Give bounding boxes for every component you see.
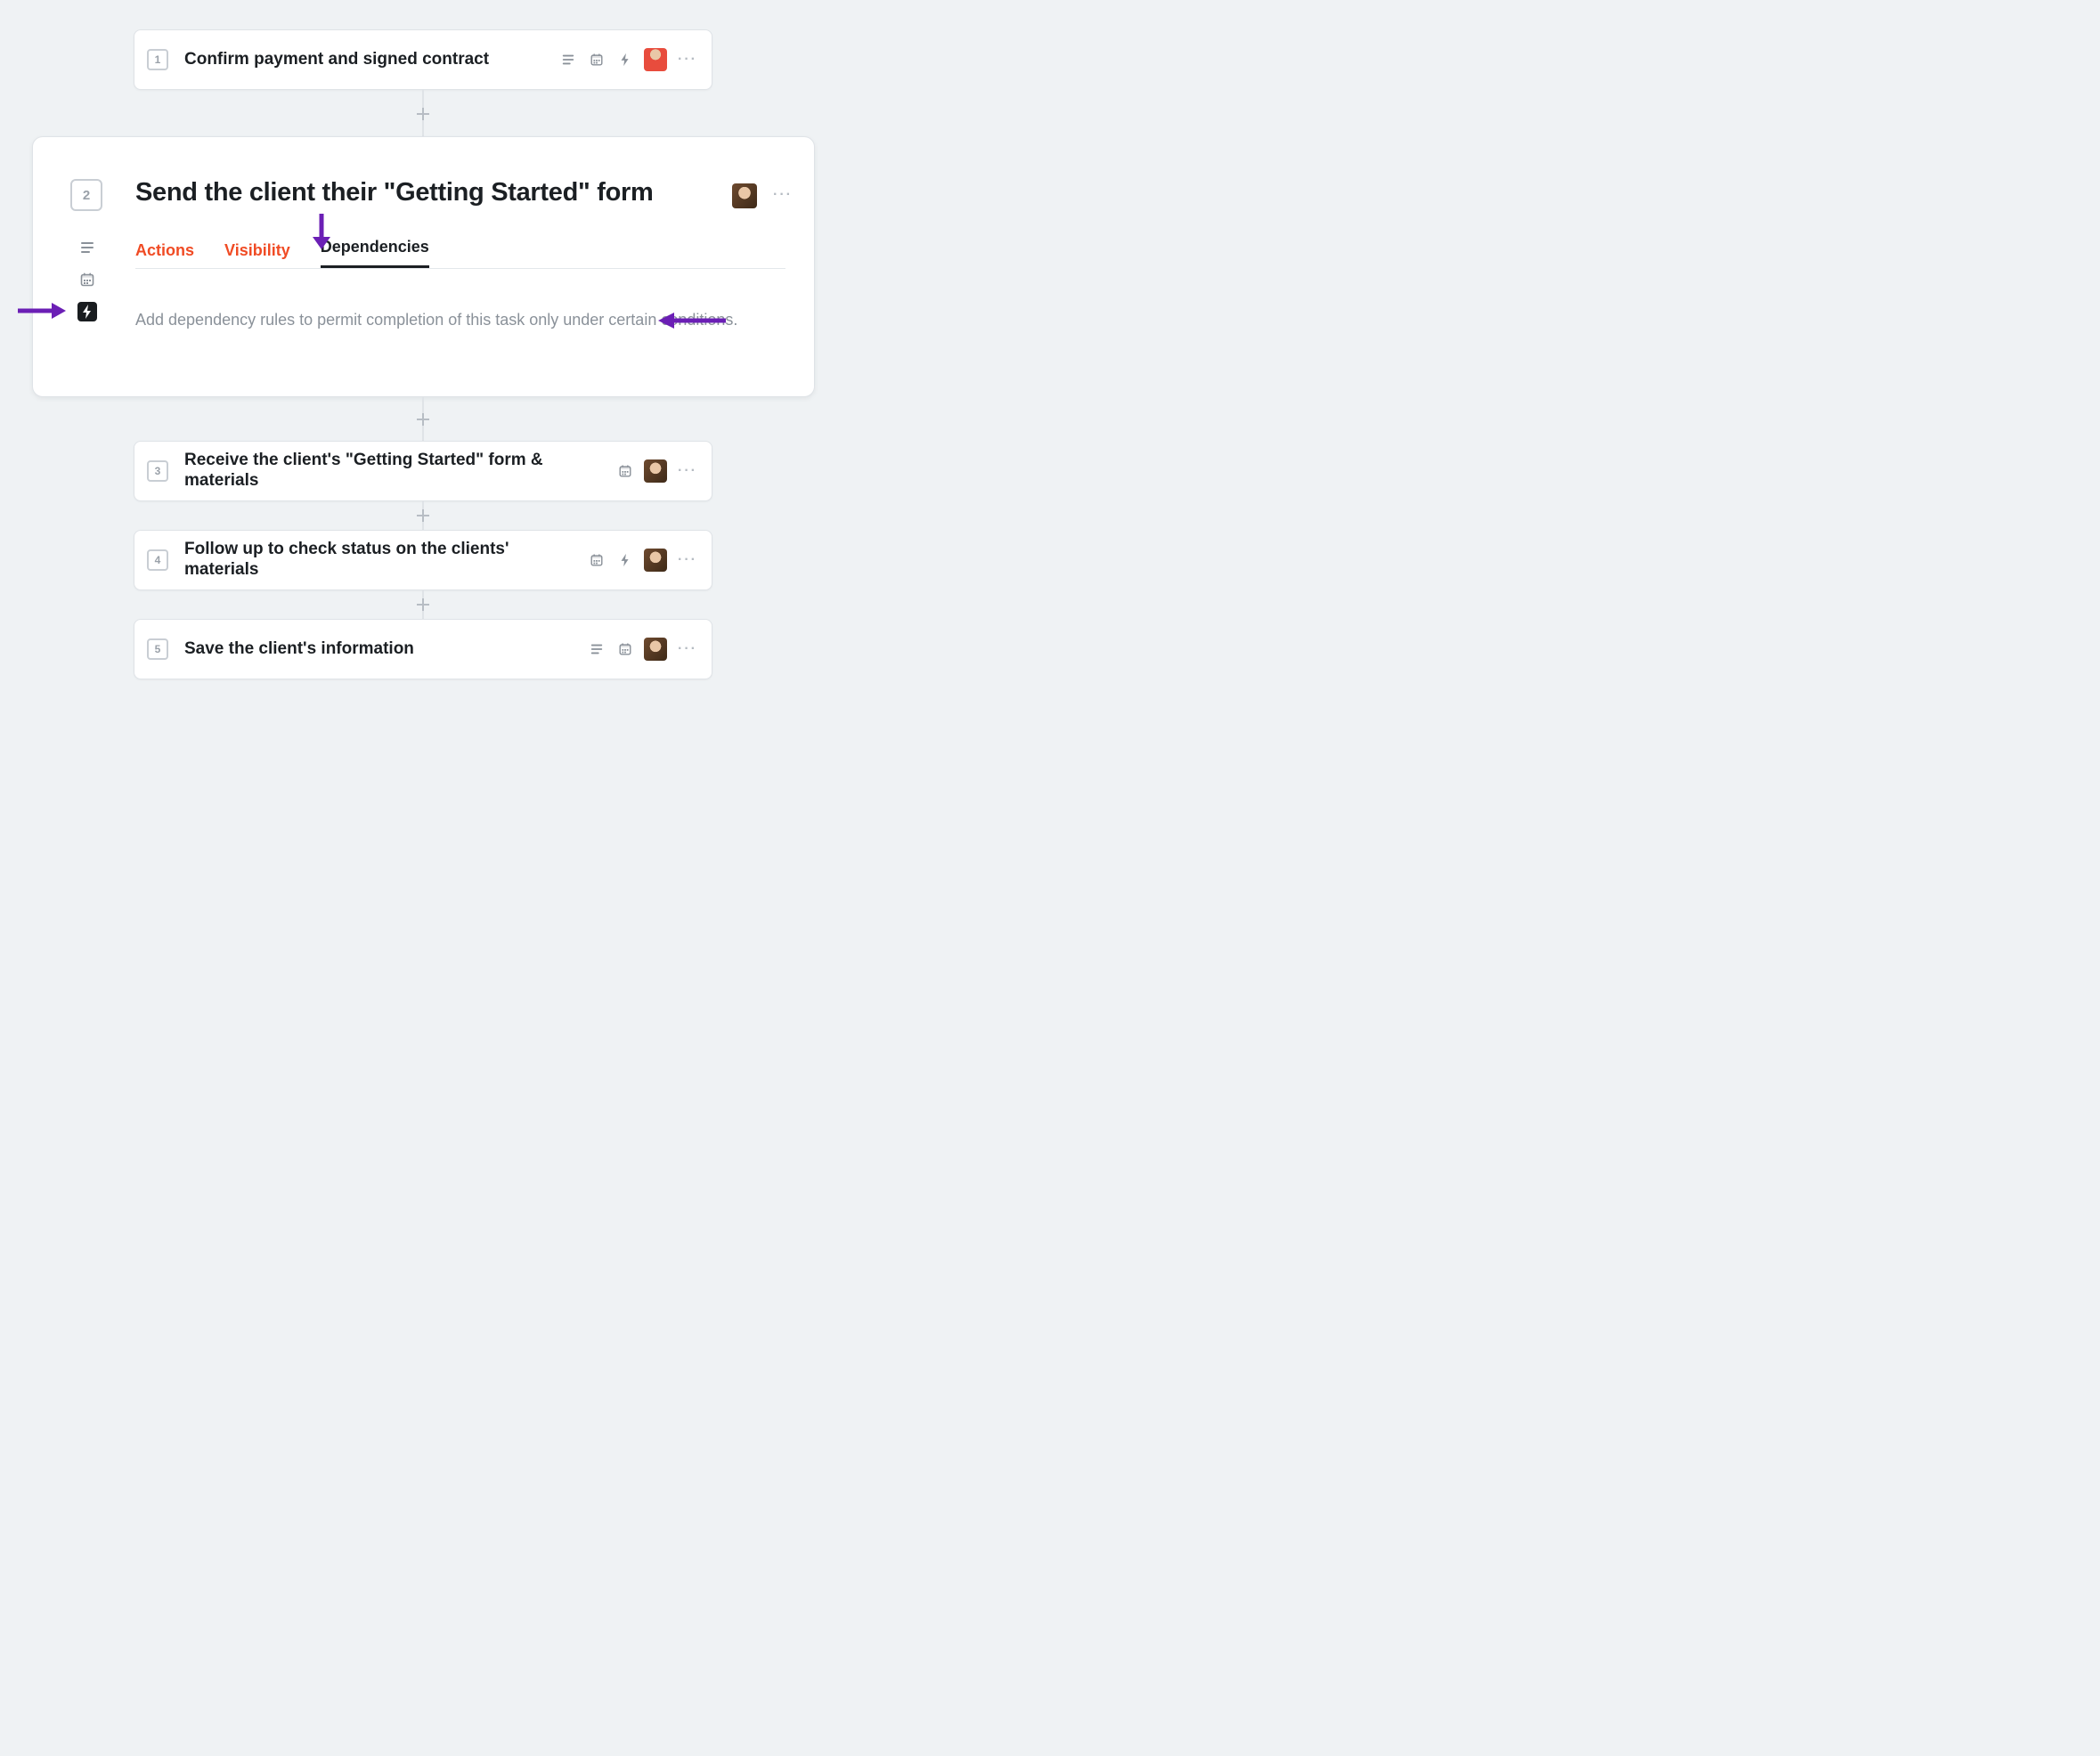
task-row[interactable]: 4 Follow up to check status on the clien… (134, 530, 712, 590)
assignee-avatar[interactable] (644, 638, 667, 661)
more-menu-icon[interactable]: ··· (676, 463, 699, 479)
assignee-avatar[interactable] (644, 459, 667, 483)
task-title[interactable]: Send the client their "Getting Started" … (135, 178, 653, 207)
task-number-badge: 1 (147, 49, 168, 70)
task-row[interactable]: 1 Confirm payment and signed contract ··… (134, 29, 712, 90)
task-title: Receive the client's "Getting Started" f… (184, 451, 615, 492)
task-title: Save the client's information (184, 639, 587, 660)
assignee-avatar[interactable] (644, 48, 667, 71)
task-number-badge: 2 (70, 179, 102, 211)
assignee-avatar[interactable] (732, 183, 757, 208)
add-step-button[interactable] (417, 509, 429, 522)
task-number-badge: 4 (147, 549, 168, 571)
task-row[interactable]: 3 Receive the client's "Getting Started"… (134, 441, 712, 501)
add-step-button[interactable] (417, 108, 429, 120)
tab-dependencies[interactable]: Dependencies (321, 238, 429, 269)
more-menu-icon[interactable]: ··· (676, 52, 699, 68)
task-title: Confirm payment and signed contract (184, 50, 558, 70)
bolt-icon[interactable] (615, 50, 635, 69)
task-editor-panel: 2 Send the client their "Getting Started… (32, 136, 815, 397)
calendar-icon[interactable] (615, 639, 635, 659)
dependencies-helper-text: Add dependency rules to permit completio… (135, 311, 778, 329)
bolt-icon[interactable] (615, 550, 635, 570)
more-menu-icon[interactable]: ··· (676, 552, 699, 568)
add-step-button[interactable] (417, 598, 429, 611)
calendar-icon[interactable] (615, 461, 635, 481)
task-title: Follow up to check status on the clients… (184, 540, 587, 581)
add-step-button[interactable] (417, 413, 429, 426)
assignee-avatar[interactable] (644, 549, 667, 572)
task-number-badge: 5 (147, 638, 168, 660)
task-number-badge: 3 (147, 460, 168, 482)
more-menu-icon[interactable]: ··· (676, 641, 699, 657)
tab-divider (135, 268, 785, 269)
tab-actions[interactable]: Actions (135, 241, 194, 269)
task-row[interactable]: 5 Save the client's information ··· (134, 619, 712, 679)
description-icon[interactable] (587, 639, 606, 659)
more-menu-icon[interactable]: ··· (771, 187, 794, 203)
calendar-icon[interactable] (587, 550, 606, 570)
calendar-icon[interactable] (77, 270, 97, 289)
calendar-icon[interactable] (587, 50, 606, 69)
bolt-icon[interactable] (77, 302, 97, 321)
description-icon[interactable] (558, 50, 578, 69)
tab-visibility[interactable]: Visibility (224, 241, 290, 269)
description-icon[interactable] (77, 238, 97, 257)
